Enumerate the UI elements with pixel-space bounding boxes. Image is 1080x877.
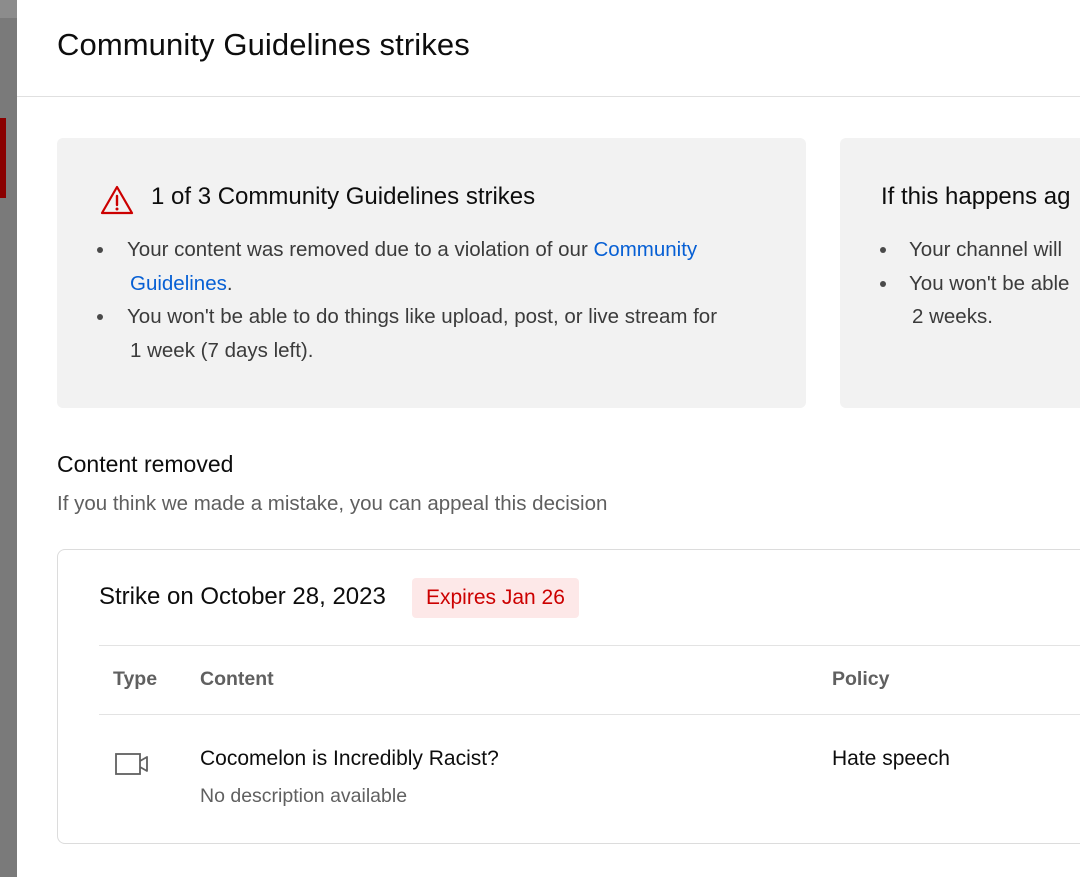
- bullet-text: Your channel will: [909, 238, 1063, 261]
- bullet-text: You won't be able to do things like uplo…: [127, 305, 718, 328]
- content-removed-subtitle: If you think we made a mistake, you can …: [57, 492, 608, 515]
- divider: [99, 645, 1080, 646]
- consequence-item: Your channel will: [840, 233, 1080, 267]
- dialog-header: Community Guidelines strikes: [17, 0, 1080, 97]
- column-header-content: Content: [200, 668, 274, 690]
- bullet-text: .: [226, 271, 233, 295]
- content-description: No description available: [200, 785, 408, 807]
- backdrop: [0, 0, 17, 18]
- next-strike-list: Your channel will You won't be able 2 wee…: [840, 233, 1080, 334]
- content-title[interactable]: Cocomelon is Incredibly Racist?: [200, 747, 499, 771]
- strikes-dialog: Community Guidelines strikes Your conten…: [17, 0, 1080, 877]
- community-guidelines-link-cont[interactable]: Guidelines: [130, 272, 227, 295]
- policy-value: Hate speech: [832, 747, 950, 770]
- next-strike-heading: If this happens ag: [881, 183, 1071, 210]
- link-text: Community: [593, 238, 698, 261]
- bullet-text: Your content was removed due to a violat…: [127, 238, 594, 261]
- link-text: Guidelines: [130, 271, 227, 295]
- community-guidelines-link[interactable]: Community: [593, 238, 697, 261]
- current-strike-list: Your content was removed due to a violat…: [57, 233, 806, 367]
- next-strike-card: Your channel will You won't be able 2 wee…: [840, 138, 1080, 408]
- video-icon: [115, 753, 148, 775]
- strike-detail-item: You won't be able to do things like uplo…: [57, 300, 806, 367]
- strike-detail-item: Your content was removed due to a violat…: [57, 233, 806, 300]
- dialog-title: Community Guidelines strikes: [57, 27, 470, 62]
- bullet-text: 1 week (7 days left).: [130, 338, 314, 362]
- column-header-policy: Policy: [832, 668, 890, 690]
- strike-detail-box: Strike on October 28, 2023 Expires Jan 2…: [57, 549, 1080, 844]
- warning-triangle-icon: [100, 185, 134, 215]
- divider: [99, 714, 1080, 715]
- consequence-item: You won't be able 2 weeks.: [840, 267, 1080, 334]
- bullet-text: You won't be able: [909, 271, 1070, 295]
- content-removed-title: Content removed: [57, 451, 234, 477]
- bullet-text: 2 weeks.: [912, 305, 993, 328]
- strike-date-title: Strike on October 28, 2023: [99, 583, 386, 610]
- current-strike-card: Your content was removed due to a violat…: [57, 138, 806, 408]
- expiry-badge: Expires Jan 26: [412, 578, 579, 618]
- backdrop-accent: [0, 118, 6, 198]
- current-strike-heading: 1 of 3 Community Guidelines strikes: [151, 183, 536, 210]
- column-header-type: Type: [113, 668, 158, 690]
